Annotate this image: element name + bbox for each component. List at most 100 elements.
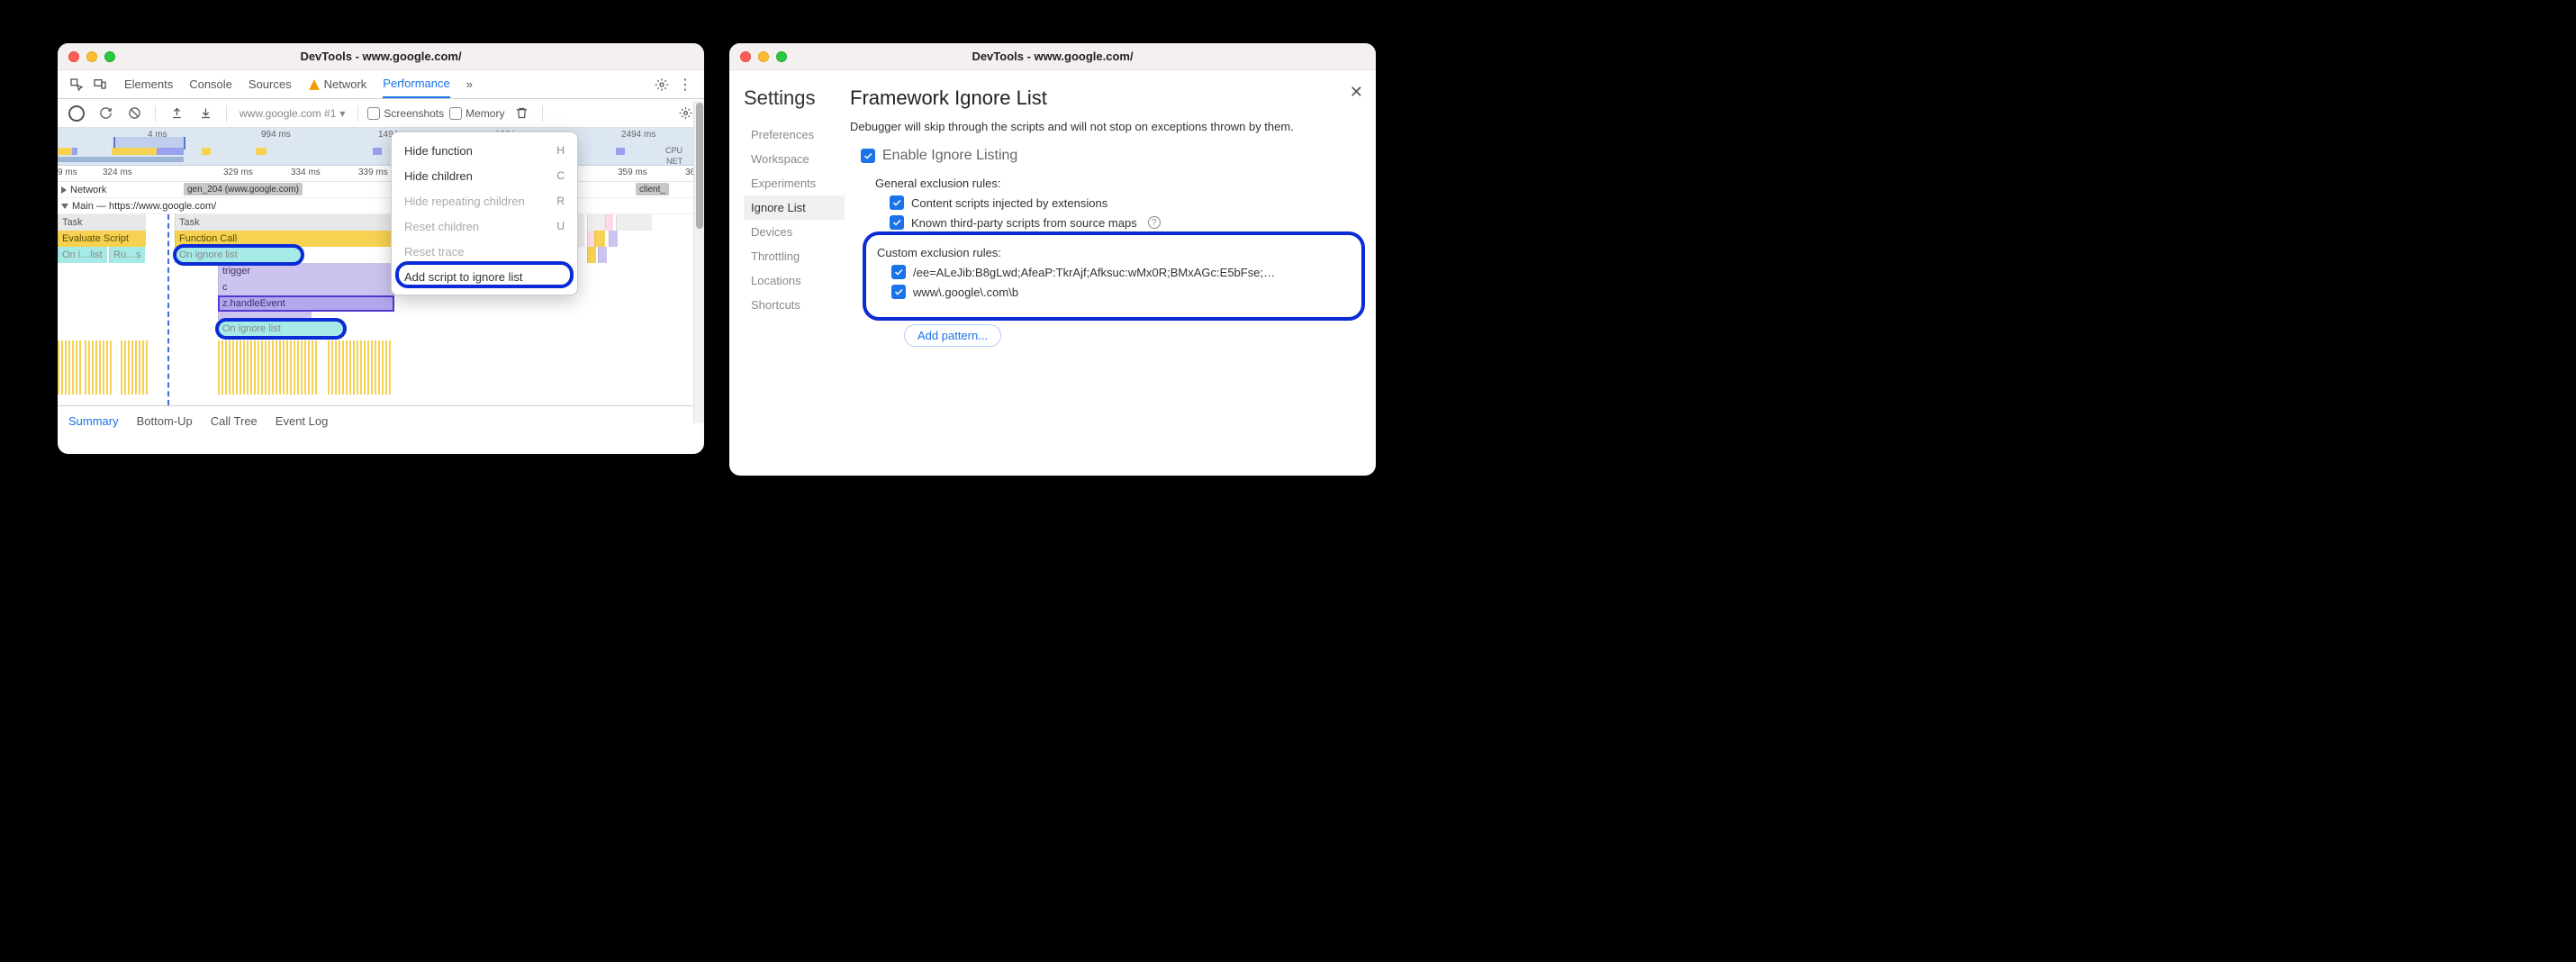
help-icon[interactable]: ?	[1148, 216, 1161, 229]
tick-label: 334 ms	[291, 168, 321, 177]
kebab-icon[interactable]: ⋮	[673, 73, 697, 96]
download-icon[interactable]	[194, 102, 217, 125]
menu-label: Add script to ignore list	[404, 270, 523, 284]
network-request[interactable]: client_	[636, 183, 669, 195]
tab-event-log[interactable]: Event Log	[276, 414, 329, 428]
menu-reset-trace: Reset trace	[392, 239, 577, 264]
tab-elements[interactable]: Elements	[124, 70, 173, 98]
flame-task[interactable]: Task	[175, 214, 394, 231]
menu-label: Hide function	[404, 144, 473, 158]
reload-icon[interactable]	[94, 102, 117, 125]
sidebar-item-preferences[interactable]: Preferences	[744, 123, 845, 147]
window-title: DevTools - www.google.com/	[58, 50, 704, 63]
menu-hide-function[interactable]: Hide function H	[392, 138, 577, 163]
panel-tabs: Elements Console Sources Network Perform…	[58, 70, 704, 99]
menu-shortcut: R	[556, 195, 565, 207]
rule-third-party[interactable]: Known third-party scripts from source ma…	[890, 215, 1360, 230]
tab-call-tree[interactable]: Call Tree	[211, 414, 258, 428]
menu-label: Hide children	[404, 169, 473, 183]
network-track[interactable]: Network	[58, 182, 704, 198]
settings-sidebar: Settings Preferences Workspace Experimen…	[729, 70, 845, 476]
gc-icon[interactable]	[510, 102, 533, 125]
tab-performance[interactable]: Performance	[383, 70, 449, 98]
tab-sources[interactable]: Sources	[249, 70, 292, 98]
flame-trigger[interactable]: trigger	[218, 263, 394, 279]
close-icon[interactable]: ✕	[1350, 83, 1363, 102]
flame-ignore[interactable]: Ru…s	[109, 247, 145, 263]
flame-handle-event[interactable]: z.handleEvent	[218, 295, 394, 312]
general-rules-heading: General exclusion rules:	[875, 177, 1360, 190]
screenshots-checkbox[interactable]: Screenshots	[367, 107, 444, 120]
settings-title: Settings	[744, 86, 845, 110]
screenshots-label: Screenshots	[384, 107, 444, 120]
main-label: Main — https://www.google.com/	[72, 201, 216, 212]
sidebar-item-workspace[interactable]: Workspace	[744, 147, 845, 171]
tick-label: 324 ms	[103, 168, 132, 177]
tab-network[interactable]: Network	[308, 70, 367, 98]
custom-rule-2[interactable]: www\.google\.com\b	[891, 285, 1345, 299]
menu-hide-children[interactable]: Hide children C	[392, 163, 577, 188]
enable-ignore-label: Enable Ignore Listing	[882, 148, 1017, 164]
inspect-icon[interactable]	[65, 73, 88, 96]
memory-checkbox[interactable]: Memory	[449, 107, 504, 120]
custom-rules-card: Custom exclusion rules: /ee=ALeJib:B8gLw…	[868, 237, 1360, 315]
network-request[interactable]: gen_204 (www.google.com)	[184, 183, 303, 195]
page-description: Debugger will skip through the scripts a…	[850, 119, 1360, 135]
enable-ignore-checkbox[interactable]: Enable Ignore Listing	[861, 148, 1360, 164]
flame-ignore[interactable]: On ignore list	[218, 321, 344, 337]
upload-icon[interactable]	[165, 102, 188, 125]
flame-chart[interactable]: Task Task Evaluate Script Function Call …	[58, 214, 704, 405]
details-tabs: Summary Bottom-Up Call Tree Event Log	[58, 405, 704, 436]
titlebar[interactable]: DevTools - www.google.com/	[58, 43, 704, 70]
scrollbar[interactable]	[693, 101, 704, 423]
sidebar-item-experiments[interactable]: Experiments	[744, 171, 845, 195]
settings-content: ✕ Framework Ignore List Debugger will sk…	[845, 70, 1376, 476]
sidebar-item-devices[interactable]: Devices	[744, 220, 845, 244]
rule-content-scripts[interactable]: Content scripts injected by extensions	[890, 195, 1360, 210]
sidebar-item-ignore-list[interactable]: Ignore List	[744, 195, 845, 220]
timeline-overview[interactable]: 4 ms 994 ms 1494 ms 1994 ms 2494 ms CPU …	[58, 128, 704, 166]
tab-summary[interactable]: Summary	[68, 414, 119, 428]
tick-label: 359 ms	[618, 168, 647, 177]
page-title: Framework Ignore List	[850, 86, 1360, 110]
rule-label: /ee=ALeJib:B8gLwd;AfeaP:TkrAjf;Afksuc:wM…	[913, 266, 1275, 279]
rule-label: Content scripts injected by extensions	[911, 196, 1107, 210]
flame-c[interactable]: c	[218, 279, 394, 295]
custom-rule-1[interactable]: /ee=ALeJib:B8gLwd;AfeaP:TkrAjf;Afksuc:wM…	[891, 265, 1345, 279]
menu-label: Reset children	[404, 220, 479, 233]
sidebar-item-throttling[interactable]: Throttling	[744, 244, 845, 268]
profile-name: www.google.com #1	[240, 107, 336, 120]
chevron-down-icon: ▾	[339, 107, 345, 120]
flame-ignore[interactable]: On i…list	[58, 247, 107, 263]
tick-label: 329 ms	[223, 168, 253, 177]
flame-ignore[interactable]: On ignore list	[175, 247, 301, 263]
flame-task[interactable]: Task	[58, 214, 146, 231]
rule-label: Known third-party scripts from source ma…	[911, 216, 1137, 230]
profile-select[interactable]: www.google.com #1 ▾	[236, 107, 348, 120]
sidebar-item-locations[interactable]: Locations	[744, 268, 845, 293]
flame-evaluate-script[interactable]: Evaluate Script	[58, 231, 146, 247]
device-icon[interactable]	[88, 73, 112, 96]
record-button[interactable]	[65, 102, 88, 125]
titlebar[interactable]: DevTools - www.google.com/	[729, 43, 1376, 70]
sidebar-item-shortcuts[interactable]: Shortcuts	[744, 293, 845, 317]
menu-add-ignore[interactable]: Add script to ignore list	[392, 264, 577, 289]
timeline-ruler[interactable]: 9 ms 324 ms 329 ms 334 ms 339 ms 359 ms …	[58, 166, 704, 182]
clear-icon[interactable]	[122, 102, 146, 125]
gear-icon[interactable]	[650, 73, 673, 96]
memory-label: Memory	[465, 107, 504, 120]
network-label: Network	[70, 185, 106, 195]
window-title: DevTools - www.google.com/	[729, 50, 1376, 63]
tab-bottom-up[interactable]: Bottom-Up	[137, 414, 193, 428]
menu-shortcut: U	[556, 220, 565, 232]
main-track[interactable]: Main — https://www.google.com/	[58, 198, 704, 214]
flame-function-call[interactable]: Function Call	[175, 231, 394, 247]
menu-reset-children: Reset children U	[392, 213, 577, 239]
menu-shortcut: C	[556, 169, 565, 182]
add-pattern-button[interactable]: Add pattern...	[904, 324, 1001, 347]
rule-label: www\.google\.com\b	[913, 286, 1018, 299]
tick-label: 339 ms	[358, 168, 388, 177]
tab-console[interactable]: Console	[189, 70, 232, 98]
flame-context-menu: Hide function H Hide children C Hide rep…	[391, 132, 578, 295]
more-tabs-icon[interactable]: »	[466, 70, 473, 98]
